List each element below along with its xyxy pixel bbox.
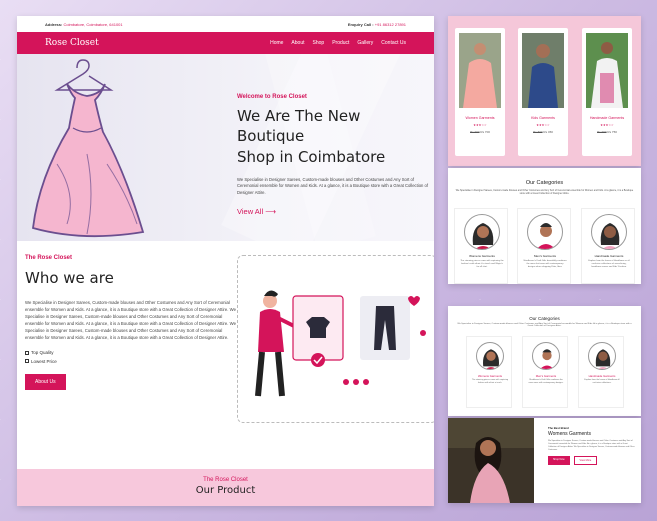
navbar: Rose Closet Home About Shop Product Gall… bbox=[17, 32, 434, 54]
product-price: Rs 900 Rs 750 bbox=[597, 130, 617, 134]
product-card[interactable]: Kids Garments ★★★☆☆ Rs 600 Rs 450 bbox=[518, 28, 568, 156]
category-name: Womens Garments bbox=[477, 374, 503, 378]
product-name: Kids Garments bbox=[531, 116, 555, 120]
checkbox-icon bbox=[25, 351, 29, 356]
nav-item-shop[interactable]: Shop bbox=[313, 40, 325, 46]
woman-avatar-icon bbox=[472, 223, 494, 249]
feature-panel: The Best Brand Womens Garments We Specia… bbox=[448, 418, 641, 503]
enquiry-label: Enquiry Call : bbox=[347, 21, 374, 27]
product-card[interactable]: Women Garments ★★★☆☆ Rs 900 Rs 700 bbox=[455, 28, 505, 156]
product-band: The Rose Closet Our Product bbox=[17, 469, 434, 506]
product-image bbox=[459, 33, 501, 108]
woman-avatar-icon bbox=[600, 223, 620, 249]
man-avatar-icon bbox=[540, 349, 554, 369]
woman-avatar-icon bbox=[595, 349, 611, 369]
categories-panel-small: Our Categories We Specialise in Designer… bbox=[448, 306, 641, 416]
category-text: Shadhaven's Kraft Gifts combines the men… bbox=[528, 379, 564, 384]
nav-item-product[interactable]: Product bbox=[332, 40, 349, 46]
topbar: Address: Coimbatore, Coimbatore, 641001 … bbox=[17, 16, 434, 32]
shopping-illustration bbox=[237, 255, 434, 423]
man-avatar-icon bbox=[536, 223, 556, 249]
category-text: Explore from the house of Handloom all e… bbox=[584, 379, 620, 384]
product-title: Our Product bbox=[195, 485, 256, 496]
nav-item-home[interactable]: Home bbox=[270, 40, 283, 46]
hero-title-line2: Shop in Coimbatore bbox=[237, 147, 386, 166]
hero-welcome: Welcome to Rose Closet bbox=[237, 94, 307, 100]
categories-title: Our Categories bbox=[525, 180, 564, 186]
nav-item-contact[interactable]: Contact Us bbox=[381, 40, 406, 46]
feature-title: Womens Garments bbox=[548, 431, 591, 437]
feature-description: We Specialise in Designer Sarees, Custom… bbox=[548, 440, 635, 451]
nav-menu: Home About Shop Product Gallery Contact … bbox=[270, 40, 406, 46]
hero-description: We Specialise in Designer Sarees, Custom… bbox=[237, 176, 429, 196]
category-name: Men's Garments bbox=[534, 254, 556, 258]
category-text: Shadhaven's Kraft Gifts beautifully comb… bbox=[523, 260, 567, 269]
address-value: Coimbatore, Coimbatore, 641001 bbox=[63, 21, 123, 27]
main-page: Address: Coimbatore, Coimbatore, 641001 … bbox=[17, 16, 434, 506]
category-name: Handmade Garments bbox=[594, 254, 624, 258]
rating-stars-icon: ★★★☆☆ bbox=[473, 123, 487, 127]
categories-description: We Specialise in Designer Sarees, Custom… bbox=[457, 323, 632, 327]
view-more-button[interactable]: View More bbox=[573, 456, 598, 465]
category-card[interactable]: Handmade Garments Explore from the house… bbox=[578, 336, 624, 408]
category-card[interactable]: Handmade Garments Explore from the house… bbox=[581, 208, 635, 284]
category-card[interactable]: Men's Garments Shadhaven's Kraft Gifts b… bbox=[517, 208, 571, 284]
feature-text: The Best Brand Womens Garments We Specia… bbox=[548, 426, 636, 465]
category-card[interactable]: Womens Garments The stunning pieces come… bbox=[454, 208, 508, 284]
address-label: Address: bbox=[45, 21, 63, 27]
nav-item-about[interactable]: About bbox=[291, 40, 304, 46]
categories-title: Our Categories bbox=[529, 316, 560, 321]
category-text: The stunning pieces come with capturing … bbox=[460, 260, 504, 269]
hero-section: Welcome to Rose Closet We Are The New Bo… bbox=[17, 54, 434, 241]
checkbox-icon bbox=[25, 359, 29, 364]
product-card[interactable]: Handmade Garments ★★★☆☆ Rs 900 Rs 750 bbox=[582, 28, 632, 156]
category-text: The stunning pieces come with capturing … bbox=[471, 379, 509, 384]
product-subtitle: The Rose Closet bbox=[203, 477, 248, 483]
category-card[interactable]: Men's Garments Shadhaven's Kraft Gifts c… bbox=[522, 336, 568, 408]
about-description: We Specialise in Designer Sarees, Custom… bbox=[25, 300, 236, 341]
feature-subtitle: The Best Brand bbox=[548, 426, 569, 430]
brand-logo[interactable]: Rose Closet bbox=[45, 38, 99, 48]
products-panel: Women Garments ★★★☆☆ Rs 900 Rs 700 Kids … bbox=[448, 16, 641, 166]
about-title: Who we are bbox=[25, 269, 114, 287]
shopper-illustration bbox=[255, 290, 426, 397]
nav-item-gallery[interactable]: Gallery bbox=[357, 40, 373, 46]
product-name: Handmade Garments bbox=[589, 116, 625, 120]
categories-panel: Our Categories We Specialise in Designer… bbox=[448, 168, 641, 284]
product-price: Rs 900 Rs 700 bbox=[470, 130, 490, 134]
check-item: Lowest Price bbox=[25, 358, 237, 366]
woman-avatar-icon bbox=[483, 349, 499, 369]
categories-description: We Specialise in Designer Sarees, Custom… bbox=[455, 189, 634, 196]
product-name: Women Garments bbox=[465, 116, 495, 120]
check-item: Top Quality bbox=[25, 349, 237, 357]
category-name: Men's Garments bbox=[535, 374, 557, 378]
about-section: The Rose Closet Who we are We Specialise… bbox=[17, 241, 434, 469]
address: Address: Coimbatore, Coimbatore, 641001 bbox=[45, 22, 123, 27]
hero-text: Welcome to Rose Closet We Are The New Bo… bbox=[237, 94, 428, 219]
category-card[interactable]: Womens Garments The stunning pieces come… bbox=[466, 336, 512, 408]
feature-photo bbox=[448, 418, 534, 503]
about-text: The Rose Closet Who we are We Specialise… bbox=[25, 255, 237, 390]
shop-now-button[interactable]: Shop Now bbox=[548, 456, 570, 465]
about-us-button[interactable]: About Us bbox=[25, 373, 66, 390]
dress-illustration bbox=[32, 59, 145, 238]
feature-checks: Top Quality Lowest Price bbox=[25, 349, 237, 365]
product-price: Rs 600 Rs 450 bbox=[533, 130, 553, 134]
feature-buttons: Shop Now View More bbox=[548, 456, 636, 465]
hero-title-line1: We Are The New Boutique bbox=[237, 107, 361, 146]
about-subtitle: The Rose Closet bbox=[25, 255, 73, 261]
product-image bbox=[522, 33, 564, 108]
product-image bbox=[586, 33, 628, 108]
rating-stars-icon: ★★★☆☆ bbox=[600, 123, 614, 127]
enquiry-phone[interactable]: +91 86312 27891 bbox=[375, 22, 406, 27]
category-text: Explore from the house of Handloom as al… bbox=[588, 260, 630, 269]
category-name: Handmade Garments bbox=[588, 374, 616, 378]
hero-title: We Are The New Boutique Shop in Coimbato… bbox=[237, 106, 427, 167]
rating-stars-icon: ★★★☆☆ bbox=[536, 123, 550, 127]
enquiry: Enquiry Call : +91 86312 27891 bbox=[348, 22, 406, 27]
category-name: Womens Garments bbox=[469, 254, 495, 258]
view-all-link[interactable]: View All ⟶ bbox=[237, 207, 276, 216]
